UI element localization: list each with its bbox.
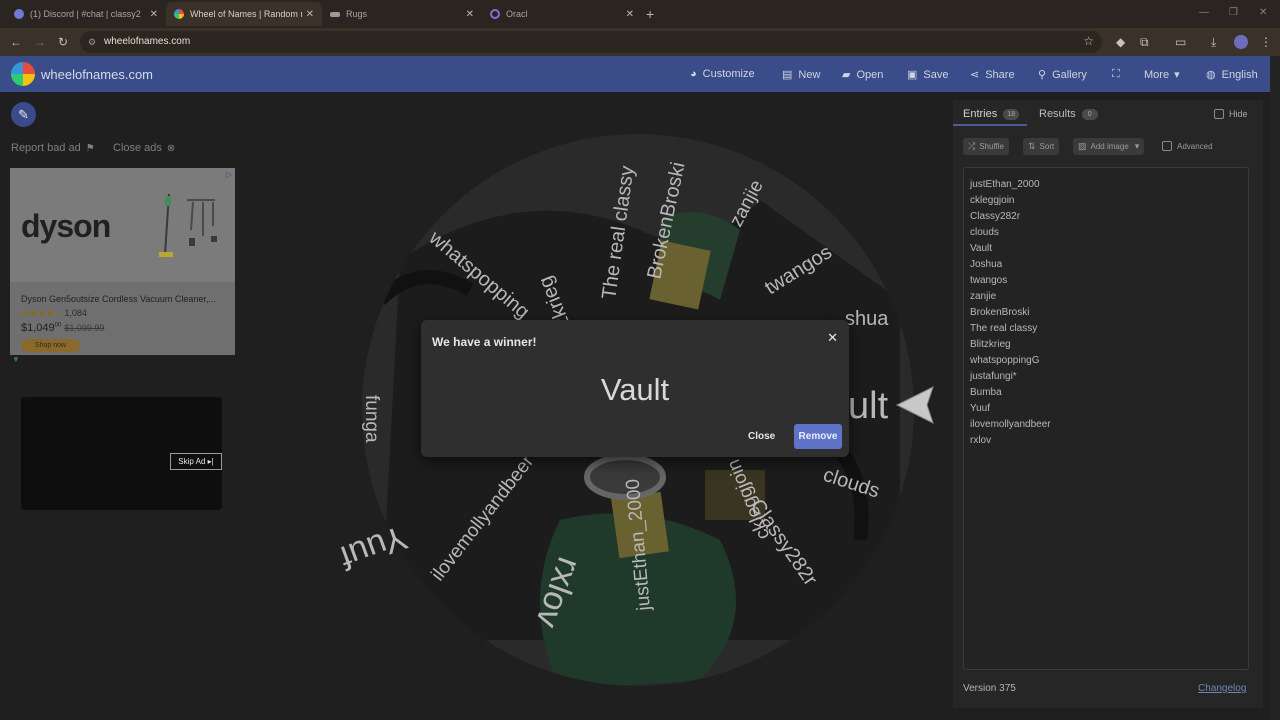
sort-button[interactable]: ⇅ Sort — [1023, 138, 1060, 155]
entry-line: justafungi* — [970, 371, 1017, 382]
version-text: Version 375 — [963, 683, 1016, 694]
entries-tab-label: Entries — [963, 108, 998, 120]
checkbox-box[interactable] — [1214, 109, 1224, 119]
entry-line: Vault — [970, 243, 993, 254]
winner-dialog: We have a winner! ✕ Vault Close Remove — [421, 320, 849, 457]
dialog-title: We have a winner! — [432, 335, 537, 349]
entries-textarea[interactable]: justEthan_2000 ckleggjoin Classy282r clo… — [963, 167, 1249, 670]
entry-line: twangos — [970, 275, 1008, 286]
add-image-label: Add image — [1090, 142, 1129, 151]
chevron-down-icon: ▾ — [1134, 141, 1140, 151]
advanced-label: Advanced — [1177, 141, 1213, 151]
hide-label: Hide — [1229, 109, 1248, 119]
sort-label: Sort — [1039, 142, 1055, 151]
sort-icon: ⇅ — [1028, 141, 1036, 151]
advanced-checkbox[interactable]: Advanced — [1162, 141, 1213, 151]
entry-line: justEthan_2000 — [970, 179, 1040, 190]
tab-entries[interactable]: Entries 18 — [963, 108, 1020, 120]
pointer-arrow-icon — [895, 386, 934, 424]
remove-button[interactable]: Remove — [794, 424, 842, 449]
wheel-label: shua — [845, 308, 889, 330]
entry-line: The real classy — [970, 323, 1038, 334]
entry-line: clouds — [970, 227, 999, 238]
close-icon[interactable]: ✕ — [827, 330, 838, 346]
winner-name: Vault — [600, 372, 670, 407]
entry-line: Blitzkrieg — [970, 339, 1011, 350]
entry-line: zanjie — [970, 291, 997, 302]
active-tab-indicator — [953, 124, 1027, 126]
entry-line: ckleggjoin — [970, 195, 1015, 206]
entry-line: Classy282r — [970, 211, 1021, 222]
shuffle-button[interactable]: ⤮ Shuffle — [963, 138, 1009, 155]
entry-line: Joshua — [970, 259, 1003, 270]
wheel-label: funga — [361, 395, 382, 443]
wheel-label: ult — [848, 385, 889, 427]
checkbox-box[interactable] — [1162, 141, 1172, 151]
entry-line: whatspoppingG — [970, 355, 1040, 366]
shuffle-label: Shuffle — [979, 142, 1004, 151]
entry-line: Bumba — [970, 387, 1002, 398]
changelog-link[interactable]: Changelog — [1198, 683, 1246, 694]
wheel-label: Yuuf — [335, 518, 412, 577]
entry-line: rxlov — [970, 435, 992, 446]
entries-count-badge: 18 — [1003, 108, 1020, 120]
results-count-badge: 0 — [1081, 108, 1098, 120]
tab-results[interactable]: Results 0 — [1039, 108, 1098, 120]
entry-line: ilovemollyandbeer — [970, 419, 1051, 430]
shuffle-icon: ⤮ — [968, 141, 976, 151]
entry-line: Yuuf — [970, 403, 991, 414]
image-icon: ▨ — [1078, 141, 1087, 151]
hide-checkbox[interactable]: Hide — [1214, 109, 1248, 119]
add-image-button[interactable]: ▨ Add image ▾ — [1073, 138, 1145, 155]
close-button[interactable]: Close — [748, 431, 775, 442]
entry-line: BrokenBroski — [970, 307, 1030, 318]
results-tab-label: Results — [1039, 108, 1076, 120]
